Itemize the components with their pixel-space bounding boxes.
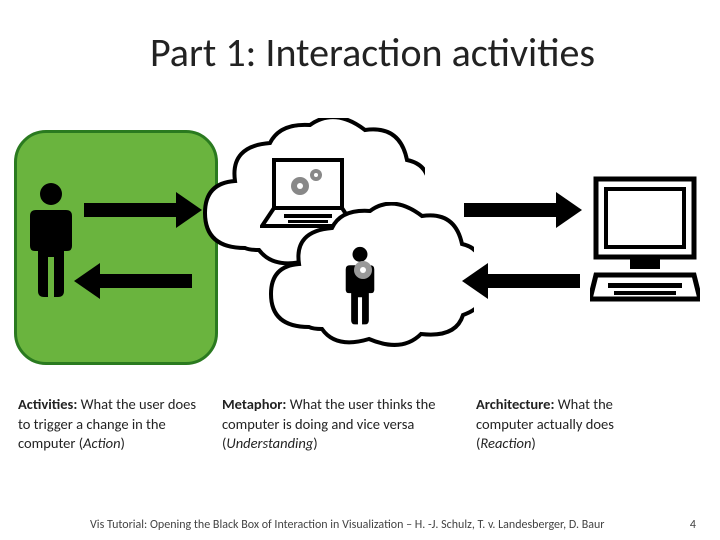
arrow-left-icon: [462, 263, 580, 299]
interaction-diagram: [14, 130, 706, 365]
person-icon: [26, 182, 76, 302]
thought-cloud-user-icon: [259, 202, 474, 367]
computer-icon: [590, 175, 700, 305]
arrow-left-icon: [74, 263, 192, 299]
slide-title: Part 1: Interaction activities: [150, 28, 595, 77]
arrow-right-icon: [464, 192, 582, 228]
caption-metaphor: Metaphor: What the user thinks the compu…: [222, 395, 452, 454]
caption-activities: Activities: What the user does to trigge…: [18, 395, 198, 454]
arrow-right-icon: [84, 192, 202, 228]
captions-row: Activities: What the user does to trigge…: [18, 395, 708, 454]
gear-icon: [351, 258, 375, 282]
caption-architecture: Architecture: What the computer actually…: [476, 395, 656, 454]
page-number: 4: [690, 518, 696, 532]
footer-citation: Vis Tutorial: Opening the Black Box of I…: [90, 518, 604, 532]
